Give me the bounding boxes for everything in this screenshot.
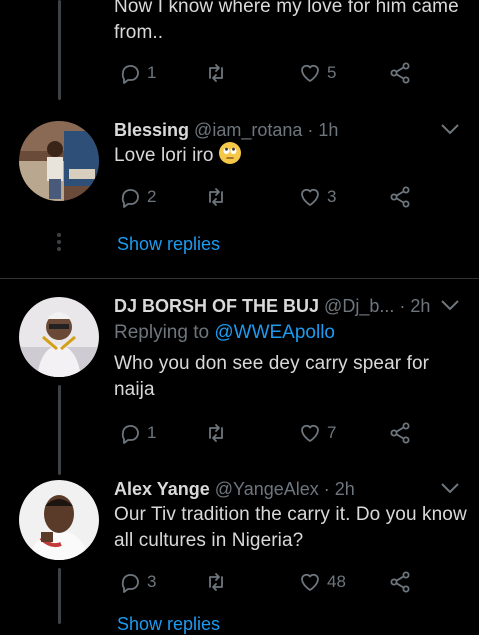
tweet-header: Alex Yange @YangeAlex · 2h xyxy=(114,478,355,500)
reply-count: 3 xyxy=(147,572,157,591)
separator-dot: · xyxy=(323,479,330,499)
separator-dot: · xyxy=(307,120,314,140)
retweet-icon xyxy=(209,573,223,591)
show-replies-link[interactable]: Show replies xyxy=(117,614,220,635)
timestamp: 1h xyxy=(318,120,339,140)
share-icon xyxy=(390,186,410,208)
like-count: 5 xyxy=(327,63,337,82)
heart-icon xyxy=(301,64,319,82)
retweet-icon xyxy=(209,64,223,82)
tweet-header: DJ BORSH OF THE BUJ @Dj_b... · 2h xyxy=(114,295,430,317)
tweet-actions: 1 5 xyxy=(114,59,424,87)
share-button[interactable] xyxy=(388,183,412,211)
reply-count: 1 xyxy=(147,423,157,442)
retweet-icon xyxy=(209,424,223,442)
reply-icon xyxy=(121,65,139,84)
reply-count: 1 xyxy=(147,63,157,82)
timestamp: 2h xyxy=(410,296,431,316)
tweet-actions: 1 7 xyxy=(114,419,424,447)
reply-count: 2 xyxy=(147,187,157,206)
thread-dots xyxy=(57,233,61,254)
display-name[interactable]: Alex Yange xyxy=(114,479,210,499)
thread-line xyxy=(58,0,61,100)
like-count: 48 xyxy=(327,572,346,591)
thread-line xyxy=(58,568,61,624)
avatar[interactable] xyxy=(19,297,99,377)
like-count: 3 xyxy=(327,187,337,206)
retweet-button[interactable] xyxy=(204,59,228,87)
share-button[interactable] xyxy=(388,59,412,87)
tweet-actions: 2 3 xyxy=(114,183,424,211)
face-with-rolling-eyes-icon xyxy=(218,142,241,164)
share-button[interactable] xyxy=(388,568,412,596)
user-handle[interactable]: @YangeAlex xyxy=(215,479,319,499)
reply-icon xyxy=(121,574,139,593)
replying-to: Replying to @WWEApollo xyxy=(114,322,335,343)
divider xyxy=(0,278,479,279)
share-icon xyxy=(390,62,410,84)
heart-icon xyxy=(301,424,319,442)
show-replies-link[interactable]: Show replies xyxy=(117,234,220,255)
separator-dot: · xyxy=(399,296,406,316)
timestamp: 2h xyxy=(334,479,355,499)
retweet-button[interactable] xyxy=(204,568,228,596)
replying-to-handle[interactable]: @WWEApollo xyxy=(214,322,335,343)
like-button[interactable]: 5 xyxy=(298,59,336,87)
reply-button[interactable]: 1 xyxy=(118,59,156,87)
like-button[interactable]: 3 xyxy=(298,183,336,211)
like-count: 7 xyxy=(327,423,337,442)
retweet-button[interactable] xyxy=(204,183,228,211)
retweet-icon xyxy=(209,188,223,206)
share-icon xyxy=(390,422,410,444)
tweet-text: Now I know where my love for him came fr… xyxy=(114,0,459,43)
user-handle[interactable]: @iam_rotana xyxy=(194,120,302,140)
thread-line xyxy=(58,385,61,475)
reply-button[interactable]: 2 xyxy=(118,183,156,211)
share-icon xyxy=(390,571,410,593)
chevron-down-icon[interactable] xyxy=(440,298,460,312)
tweet-text: Love lori iro xyxy=(114,142,241,169)
like-button[interactable]: 7 xyxy=(298,419,336,447)
tweet-actions: 3 48 xyxy=(114,568,424,596)
tweet-text: Our Tiv tradition the carry it. Do you k… xyxy=(114,504,467,551)
avatar[interactable] xyxy=(19,121,99,201)
like-button[interactable]: 48 xyxy=(298,568,346,596)
display-name[interactable]: Blessing xyxy=(114,120,189,140)
chevron-down-icon[interactable] xyxy=(440,122,460,136)
user-handle[interactable]: @Dj_b... xyxy=(324,296,394,316)
share-button[interactable] xyxy=(388,419,412,447)
tweet-header: Blessing @iam_rotana · 1h xyxy=(114,119,338,141)
chevron-down-icon[interactable] xyxy=(440,481,460,495)
reply-icon xyxy=(121,189,139,208)
avatar[interactable] xyxy=(19,480,99,560)
reply-button[interactable]: 1 xyxy=(118,419,156,447)
reply-icon xyxy=(121,425,139,444)
heart-icon xyxy=(301,188,319,206)
heart-icon xyxy=(301,573,319,591)
tweet-text: Who you don see dey carry spear for naij… xyxy=(114,353,430,400)
reply-button[interactable]: 3 xyxy=(118,568,156,596)
retweet-button[interactable] xyxy=(204,419,228,447)
display-name[interactable]: DJ BORSH OF THE BUJ xyxy=(114,296,319,316)
